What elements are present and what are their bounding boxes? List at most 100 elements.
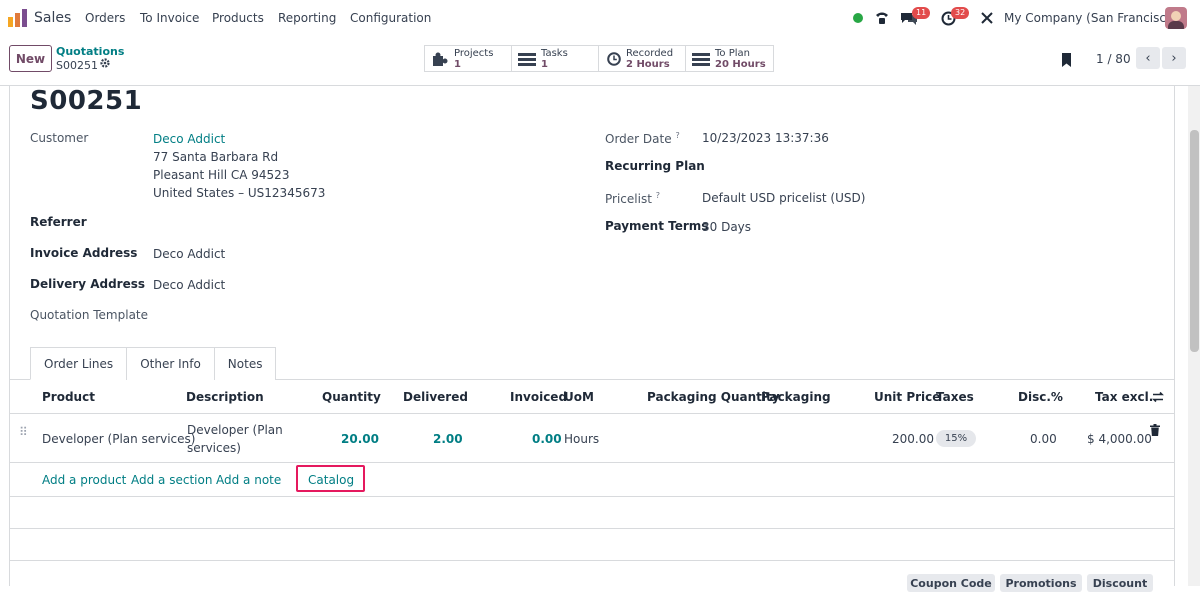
- trash-icon[interactable]: [1150, 424, 1160, 436]
- row-delivered[interactable]: 2.00: [433, 432, 463, 446]
- coupon-code-button[interactable]: Coupon Code: [907, 574, 995, 592]
- menu-reporting[interactable]: Reporting: [278, 11, 336, 25]
- column-header-invoiced[interactable]: Invoiced: [510, 390, 567, 404]
- top-navbar: Sales Orders To Invoice Products Reporti…: [0, 0, 1200, 36]
- activities-badge: 32: [951, 7, 970, 19]
- catalog-highlight-box: [296, 465, 365, 492]
- add-product-link[interactable]: Add a product: [42, 473, 126, 487]
- menu-to-invoice[interactable]: To Invoice: [140, 11, 199, 25]
- smart-button-value: 1: [541, 58, 548, 70]
- column-header-packaging-quantity[interactable]: Packaging Quantity: [647, 390, 780, 404]
- payment-terms-field[interactable]: 30 Days: [702, 220, 751, 234]
- customer-field[interactable]: Deco Addict: [153, 132, 225, 146]
- puzzle-icon: [433, 52, 448, 66]
- app-name[interactable]: Sales: [34, 10, 71, 26]
- optional-columns-icon[interactable]: [1152, 391, 1164, 403]
- smart-button-projects[interactable]: Projects 1: [424, 45, 512, 72]
- customer-address-line: United States – US12345673: [153, 186, 326, 200]
- tab-order-lines[interactable]: Order Lines: [30, 347, 128, 380]
- control-panel: New Quotations S00251 Projects 1 Tasks 1 R…: [0, 36, 1200, 86]
- smart-button-to-plan[interactable]: To Plan 20 Hours: [685, 45, 774, 72]
- column-header-delivered[interactable]: Delivered: [403, 390, 468, 404]
- column-header-description[interactable]: Description: [186, 390, 264, 404]
- row-description-line[interactable]: services): [187, 441, 241, 455]
- user-avatar[interactable]: [1165, 7, 1187, 29]
- customer-address-line: Pleasant Hill CA 94523: [153, 168, 290, 182]
- smart-button-tasks[interactable]: Tasks 1: [511, 45, 599, 72]
- order-date-label: Order Date ?: [605, 131, 680, 146]
- phone-icon[interactable]: [874, 10, 890, 26]
- discount-button[interactable]: Discount: [1087, 574, 1153, 592]
- row-invoiced[interactable]: 0.00: [532, 432, 562, 446]
- row-quantity[interactable]: 20.00: [341, 432, 379, 446]
- new-button[interactable]: New: [9, 45, 52, 72]
- column-header-taxes[interactable]: Taxes: [936, 390, 974, 404]
- delivery-address-field[interactable]: Deco Addict: [153, 278, 225, 292]
- pager-next-button[interactable]: ›: [1162, 47, 1186, 69]
- pager-previous-button[interactable]: ‹: [1136, 47, 1160, 69]
- column-header-product[interactable]: Product: [42, 390, 95, 404]
- bookmark-icon[interactable]: [1061, 53, 1072, 67]
- gear-icon[interactable]: [100, 58, 110, 68]
- invoice-address-field[interactable]: Deco Addict: [153, 247, 225, 261]
- table-divider: [10, 560, 1174, 561]
- add-section-link[interactable]: Add a section: [131, 473, 212, 487]
- row-description-line[interactable]: Developer (Plan: [187, 423, 283, 437]
- table-divider: [10, 528, 1174, 529]
- add-note-link[interactable]: Add a note: [216, 473, 281, 487]
- column-header-tax-excl[interactable]: Tax excl.: [1095, 390, 1153, 404]
- chevron-right-icon: ›: [1171, 50, 1177, 66]
- settings-tools-icon[interactable]: [980, 11, 994, 25]
- pricelist-label: Pricelist ?: [605, 191, 660, 206]
- menu-orders[interactable]: Orders: [85, 11, 125, 25]
- column-header-quantity[interactable]: Quantity: [322, 390, 381, 404]
- smart-button-value: 2 Hours: [626, 58, 670, 70]
- row-unit-price[interactable]: 200.00: [892, 432, 934, 446]
- scrollbar-thumb[interactable]: [1190, 130, 1199, 352]
- drag-handle-icon[interactable]: ⠿: [19, 425, 28, 439]
- presence-status-icon: [853, 13, 863, 23]
- company-switcher[interactable]: My Company (San Francisco): [1004, 11, 1178, 25]
- help-tooltip-icon[interactable]: ?: [656, 191, 660, 200]
- column-header-packaging[interactable]: Packaging: [761, 390, 831, 404]
- chevron-left-icon: ‹: [1145, 50, 1151, 66]
- payment-terms-label: Payment Terms: [605, 219, 709, 233]
- smart-button-label: Projects: [454, 47, 494, 59]
- promotions-button[interactable]: Promotions: [1000, 574, 1082, 592]
- table-row-divider: [10, 462, 1174, 463]
- order-date-field[interactable]: 10/23/2023 13:37:36: [702, 131, 829, 145]
- recurring-plan-label: Recurring Plan: [605, 159, 705, 173]
- menu-configuration[interactable]: Configuration: [350, 11, 431, 25]
- column-header-discount[interactable]: Disc.%: [1018, 390, 1063, 404]
- messages-badge: 11: [912, 7, 931, 19]
- customer-label: Customer: [30, 131, 89, 145]
- clock-icon: [607, 51, 621, 66]
- smart-button-recorded[interactable]: Recorded 2 Hours: [598, 45, 686, 72]
- table-divider: [10, 496, 1174, 497]
- smart-button-label: Tasks: [541, 47, 568, 59]
- breadcrumb-parent[interactable]: Quotations: [56, 45, 124, 58]
- help-tooltip-icon[interactable]: ?: [675, 131, 679, 140]
- table-header-divider: [10, 413, 1174, 414]
- record-title: S00251: [30, 86, 143, 116]
- delivery-address-label: Delivery Address: [30, 277, 146, 291]
- tab-notes[interactable]: Notes: [213, 347, 277, 380]
- pager-value[interactable]: 1 / 80: [1096, 52, 1131, 66]
- row-discount[interactable]: 0.00: [1030, 432, 1057, 446]
- column-header-uom[interactable]: UoM: [564, 390, 594, 404]
- sales-app-icon[interactable]: [8, 9, 27, 27]
- tab-other-info[interactable]: Other Info: [126, 347, 215, 380]
- row-product[interactable]: Developer (Plan services): [42, 432, 195, 446]
- smart-button-value: 1: [454, 58, 461, 70]
- invoice-address-label: Invoice Address: [30, 246, 138, 260]
- smart-button-value: 20 Hours: [715, 58, 766, 70]
- row-subtotal: $ 4,000.00: [1087, 432, 1152, 446]
- column-header-unit-price[interactable]: Unit Price: [874, 390, 940, 404]
- smart-button-label: Recorded: [626, 47, 674, 59]
- menu-products[interactable]: Products: [212, 11, 264, 25]
- pricelist-field[interactable]: Default USD pricelist (USD): [702, 191, 865, 205]
- customer-address-line: 77 Santa Barbara Rd: [153, 150, 279, 164]
- breadcrumb-current: S00251: [56, 59, 98, 72]
- row-tax-badge[interactable]: 15%: [936, 430, 976, 447]
- row-uom[interactable]: Hours: [564, 432, 599, 446]
